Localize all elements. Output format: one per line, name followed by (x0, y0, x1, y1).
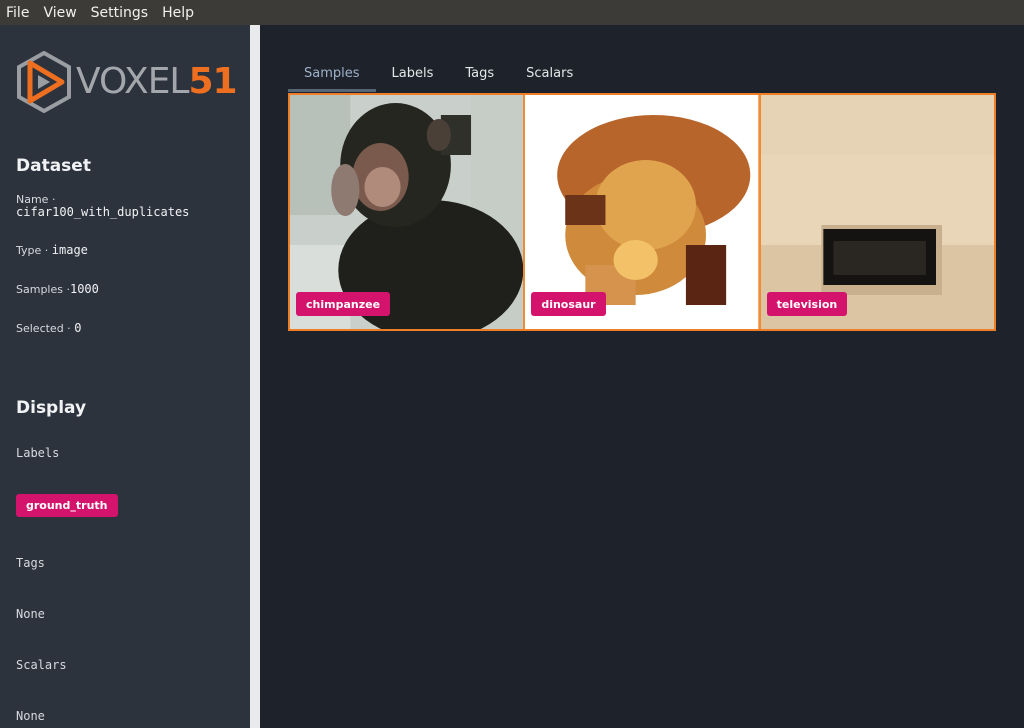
scalars-value: None (16, 709, 45, 723)
menu-bar: File View Settings Help (0, 0, 1024, 25)
dataset-selected: Selected · 0 (16, 321, 82, 335)
sidebar: VOXEL51 Dataset Name · cifar100_with_dup… (0, 25, 250, 728)
dataset-selected-label: Selected · (16, 322, 71, 335)
dataset-samples-label: Samples · (16, 283, 70, 296)
tags-value: None (16, 607, 45, 621)
sample-tile[interactable]: television (760, 95, 994, 329)
sample-label: dinosaur (531, 292, 606, 316)
tab-samples[interactable]: Samples (288, 62, 376, 92)
scalars-heading: Scalars (16, 658, 67, 672)
menu-settings[interactable]: Settings (91, 5, 148, 21)
sample-label: chimpanzee (296, 292, 391, 316)
menu-file[interactable]: File (6, 5, 29, 21)
dataset-type-value: image (51, 243, 88, 257)
ground-truth-label-toggle[interactable]: ground_truth (16, 494, 118, 517)
dataset-type: Type · image (16, 243, 88, 257)
view-tabs: Samples Labels Tags Scalars (288, 62, 589, 94)
display-heading: Display (16, 398, 87, 418)
tab-labels[interactable]: Labels (376, 62, 450, 92)
sample-tile[interactable]: dinosaur (525, 95, 759, 329)
dataset-samples: Samples ·1000 (16, 282, 99, 296)
samples-grid: chimpanzee dinosaur television (288, 93, 996, 331)
dataset-samples-value: 1000 (69, 282, 99, 296)
labels-heading: Labels (16, 446, 60, 460)
tab-scalars[interactable]: Scalars (510, 62, 589, 92)
tab-tags[interactable]: Tags (449, 62, 510, 92)
menu-view[interactable]: View (43, 5, 76, 21)
tags-heading: Tags (16, 556, 45, 570)
sidebar-resize-handle[interactable] (250, 25, 260, 728)
sample-label: television (766, 292, 848, 316)
sample-tile[interactable]: chimpanzee (290, 95, 524, 329)
voxel51-logo: VOXEL51 (16, 51, 238, 113)
dataset-type-label: Type · (16, 244, 49, 257)
dataset-name: Name · cifar100_with_duplicates (16, 193, 190, 220)
dataset-heading: Dataset (16, 156, 91, 176)
logo-number: 51 (188, 61, 238, 102)
menu-help[interactable]: Help (162, 5, 194, 21)
dataset-selected-value: 0 (74, 321, 82, 335)
voxel51-logo-icon (17, 51, 71, 113)
logo-word: VOXEL (76, 61, 189, 102)
dataset-name-value: cifar100_with_duplicates (16, 205, 190, 220)
